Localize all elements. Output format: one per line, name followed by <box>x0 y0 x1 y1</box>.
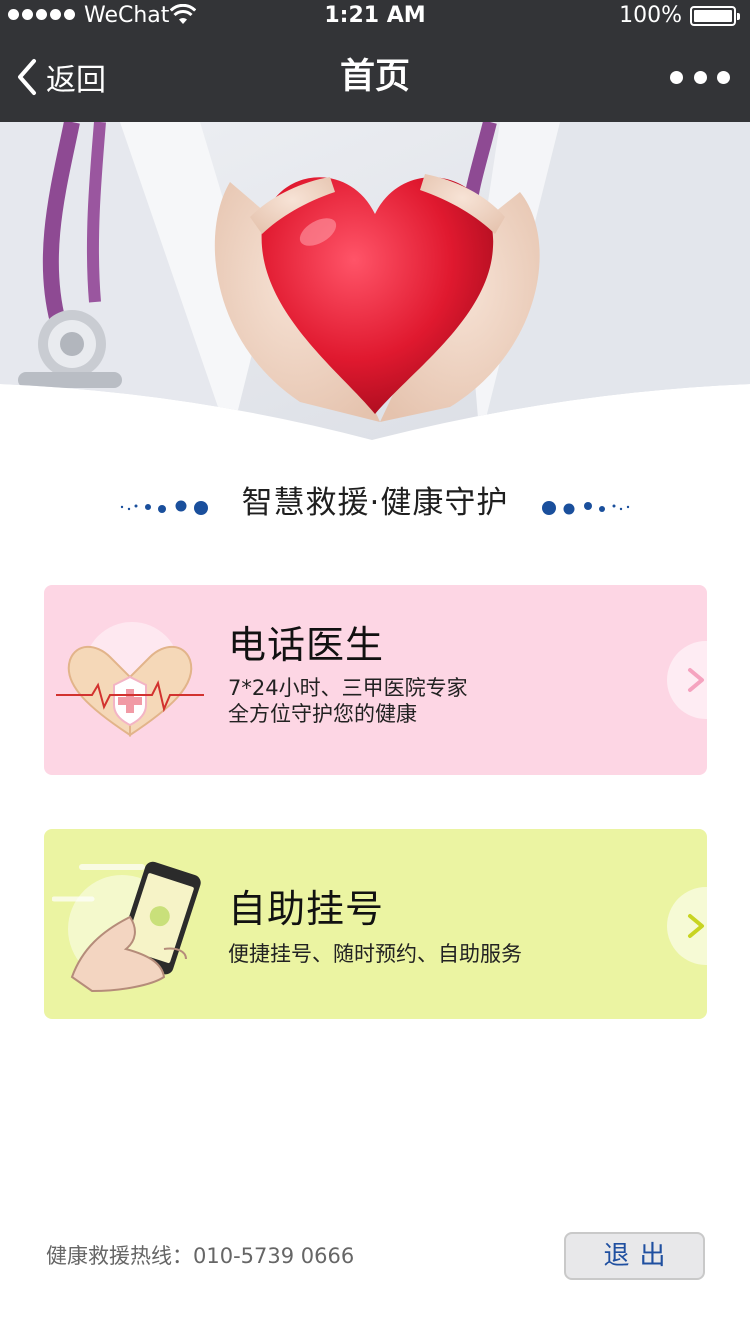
more-dots-icon[interactable] <box>670 62 730 92</box>
battery-icon <box>690 6 740 26</box>
doctor-heart-image <box>0 122 750 440</box>
status-bar: WeChat 1:21 AM 100% <box>0 0 750 32</box>
hotline-text: 健康救援热线：010-5739 0666 <box>46 1244 355 1268</box>
back-button[interactable]: 返回 <box>12 54 106 100</box>
back-label: 返回 <box>46 63 106 98</box>
battery-percent: 100% <box>619 3 682 28</box>
phone-doctor-card[interactable]: 电话医生 7*24小时、三甲医院专家 全方位守护您的健康 <box>44 585 707 775</box>
card-description: 便捷挂号、随时预约、自助服务 <box>228 942 522 966</box>
hero-banner <box>0 122 750 442</box>
chevron-right-icon[interactable] <box>667 641 707 719</box>
card-title: 电话医生 <box>228 623 385 667</box>
nav-bar: 返回 首页 <box>0 32 750 122</box>
chevron-left-icon <box>18 59 36 95</box>
chevron-right-icon[interactable] <box>667 887 707 965</box>
phone-in-hand-icon <box>52 861 201 993</box>
card-title: 自助挂号 <box>228 887 385 931</box>
self-registration-card[interactable]: 自助挂号 便捷挂号、随时预约、自助服务 <box>44 829 707 1019</box>
decorative-dots-right-icon <box>542 501 630 515</box>
slogan: 智慧救援·健康守护 <box>0 480 750 526</box>
heart-hands-icon <box>56 622 204 737</box>
page-title: 首页 <box>339 57 410 97</box>
card-description: 7*24小时、三甲医院专家 <box>228 676 468 700</box>
logout-button[interactable]: 退出 <box>564 1232 705 1280</box>
card-description: 全方位守护您的健康 <box>228 702 417 726</box>
